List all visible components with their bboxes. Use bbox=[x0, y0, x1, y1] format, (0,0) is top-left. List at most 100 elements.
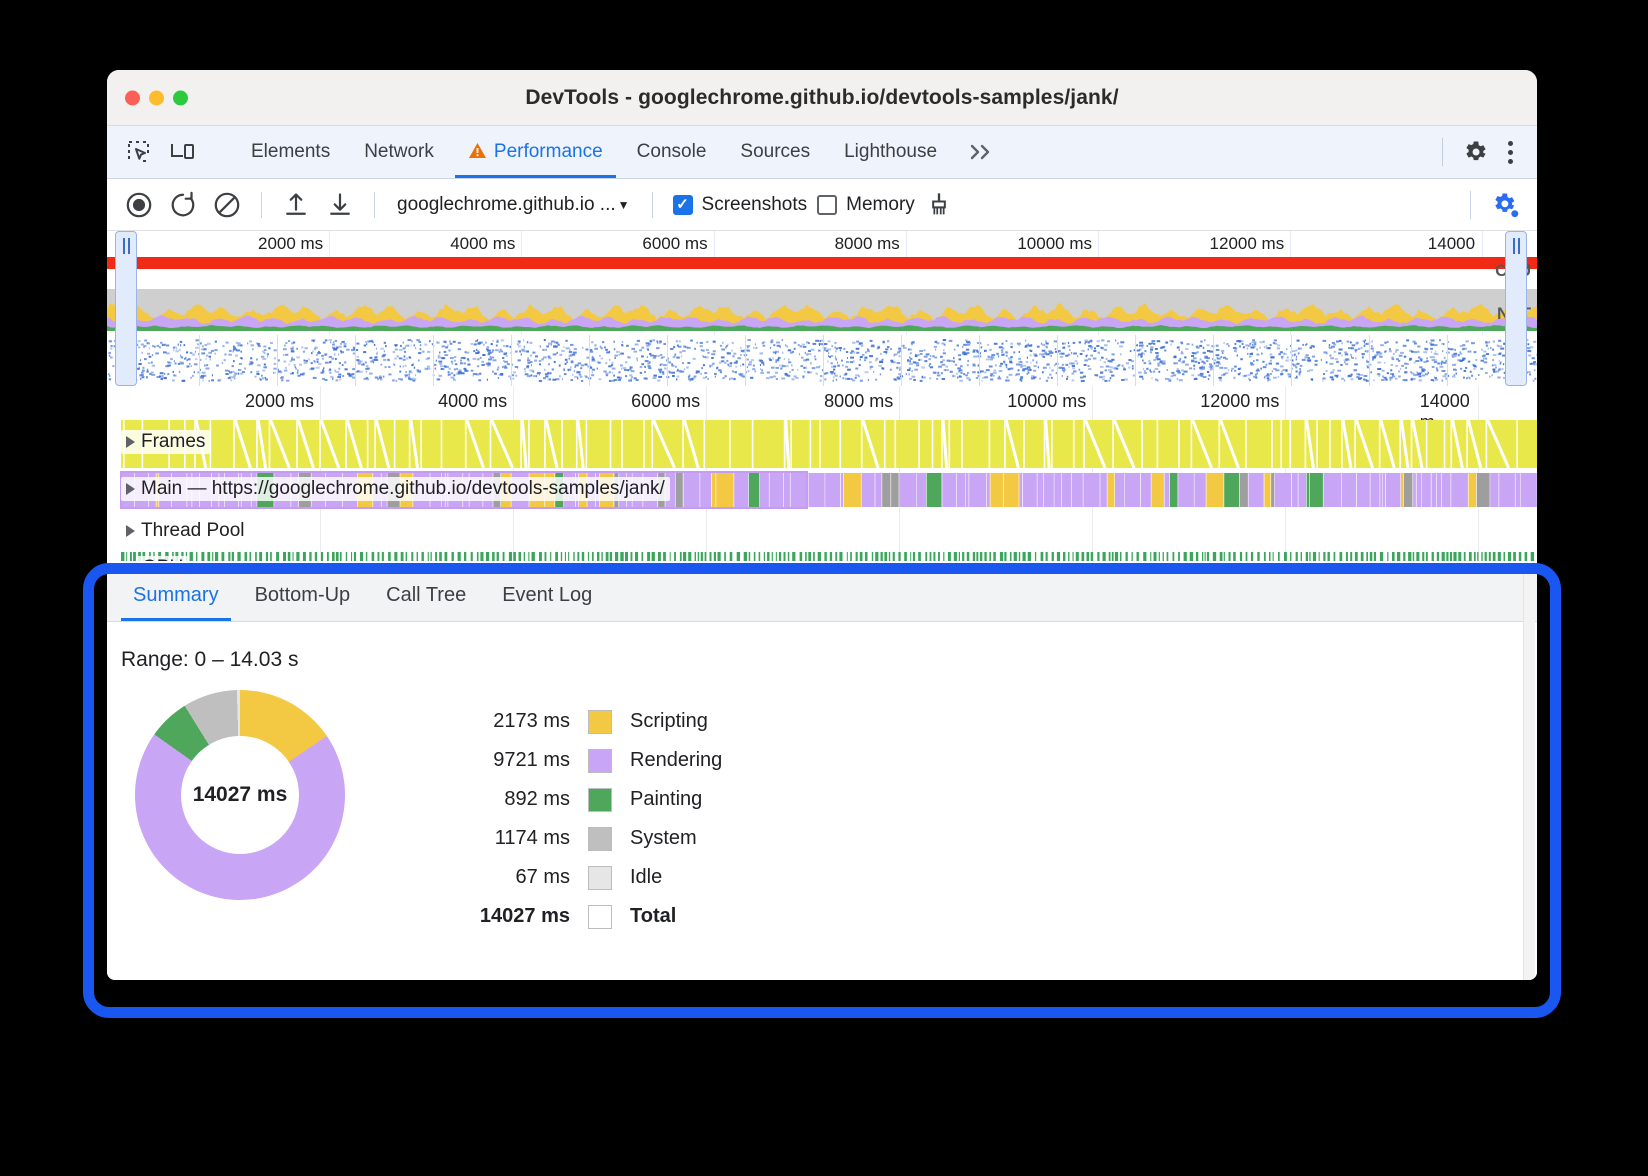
overview-ruler: 2000 ms4000 ms6000 ms8000 ms10000 ms1200… bbox=[107, 231, 1537, 257]
window-traffic-lights[interactable] bbox=[125, 90, 188, 105]
close-window-button[interactable] bbox=[125, 90, 140, 105]
window-titlebar: DevTools - googlechrome.github.io/devtoo… bbox=[107, 70, 1537, 126]
legend-swatch bbox=[588, 866, 612, 890]
overview-tick-label: 12000 ms bbox=[1210, 234, 1291, 254]
memory-checkbox[interactable]: Memory bbox=[817, 194, 915, 216]
timeline-overview[interactable]: 2000 ms4000 ms6000 ms8000 ms10000 ms1200… bbox=[107, 231, 1537, 386]
tab-network[interactable]: Network bbox=[347, 126, 451, 178]
more-tabs-icon[interactable] bbox=[954, 126, 1008, 178]
reload-record-icon[interactable] bbox=[163, 185, 203, 225]
performance-toolbar: googlechrome.github.io ... ▼ Screenshots… bbox=[107, 179, 1537, 231]
legend-label: Painting bbox=[630, 788, 702, 811]
legend-total-swatch bbox=[588, 905, 612, 929]
screenshots-checkbox[interactable]: Screenshots bbox=[673, 194, 808, 216]
tab-label: Network bbox=[364, 141, 434, 163]
overview-window-right-handle[interactable] bbox=[1505, 231, 1527, 386]
tab-performance[interactable]: Performance bbox=[451, 126, 620, 178]
donut-center-label: 14027 ms bbox=[181, 736, 299, 854]
track-frames[interactable]: Frames bbox=[107, 418, 1537, 470]
details-scrollbar[interactable] bbox=[1523, 570, 1535, 980]
flame-tick-label: 10000 ms bbox=[1007, 391, 1092, 412]
clear-icon[interactable] bbox=[207, 185, 247, 225]
overview-tick-label: 2000 ms bbox=[258, 234, 329, 254]
tab-elements[interactable]: Elements bbox=[234, 126, 347, 178]
tab-call-tree[interactable]: Call Tree bbox=[368, 570, 484, 621]
load-profile-icon[interactable] bbox=[276, 185, 316, 225]
flame-tick-label: 4000 ms bbox=[438, 391, 513, 412]
track-label: GPU bbox=[142, 557, 183, 561]
track-thread-pool-title[interactable]: Thread Pool bbox=[121, 519, 250, 543]
legend-row[interactable]: 892 ms Painting bbox=[450, 780, 722, 819]
track-gpu[interactable]: GPU bbox=[107, 552, 1537, 561]
legend-swatch bbox=[588, 788, 612, 812]
legend-row[interactable]: 1174 msSystem bbox=[450, 819, 722, 858]
tab-label: Bottom-Up bbox=[255, 584, 351, 607]
details-pane: Summary Bottom-Up Call Tree Event Log Ra… bbox=[107, 567, 1537, 980]
overview-tick-label: 8000 ms bbox=[835, 234, 906, 254]
tab-sources[interactable]: Sources bbox=[723, 126, 827, 178]
track-frames-title[interactable]: Frames bbox=[121, 430, 210, 454]
collect-garbage-icon[interactable] bbox=[919, 185, 959, 225]
checkbox-box bbox=[817, 195, 837, 215]
expand-triangle-icon bbox=[126, 483, 135, 495]
overview-net-chart bbox=[107, 335, 1537, 386]
toolbar-divider-4 bbox=[1470, 191, 1471, 219]
zoom-window-button[interactable] bbox=[173, 90, 188, 105]
save-profile-icon[interactable] bbox=[320, 185, 360, 225]
track-main-title[interactable]: Main — https://googlechrome.github.io/de… bbox=[121, 477, 670, 501]
tab-lighthouse[interactable]: Lighthouse bbox=[827, 126, 954, 178]
legend-row[interactable]: 9721 ms Rendering bbox=[450, 741, 722, 780]
flame-chart-pane[interactable]: 2000 ms4000 ms6000 ms8000 ms10000 ms1200… bbox=[107, 386, 1537, 561]
tab-label: Sources bbox=[740, 141, 810, 163]
expand-triangle-icon bbox=[126, 436, 135, 448]
flame-tick-label: 12000 ms bbox=[1200, 391, 1285, 412]
legend-value: 9721 ms bbox=[450, 749, 570, 772]
overview-window-left-handle[interactable] bbox=[115, 231, 137, 386]
window-title: DevTools - googlechrome.github.io/devtoo… bbox=[107, 86, 1537, 110]
tab-bottom-up[interactable]: Bottom-Up bbox=[237, 570, 369, 621]
kebab-menu-icon[interactable] bbox=[1493, 135, 1527, 169]
memory-label: Memory bbox=[846, 194, 915, 216]
summary-legend: 2173 msScripting 9721 ms Rendering 892 ms Pa… bbox=[450, 702, 722, 936]
track-gpu-title[interactable]: GPU bbox=[137, 556, 188, 561]
warning-triangle-icon bbox=[468, 142, 487, 162]
chevron-down-icon: ▼ bbox=[618, 198, 630, 212]
device-toolbar-icon[interactable] bbox=[167, 136, 199, 168]
flame-tick-label: 8000 ms bbox=[824, 391, 899, 412]
gear-icon[interactable] bbox=[1457, 134, 1493, 170]
target-selector-value: googlechrome.github.io ... bbox=[397, 194, 616, 216]
target-selector[interactable]: googlechrome.github.io ... ▼ bbox=[389, 194, 638, 216]
checkbox-box bbox=[673, 195, 693, 215]
minimize-window-button[interactable] bbox=[149, 90, 164, 105]
legend-total-value: 14027 ms bbox=[450, 905, 570, 928]
screenshots-label: Screenshots bbox=[702, 194, 808, 216]
screenshot-root: DevTools - googlechrome.github.io/devtoo… bbox=[0, 0, 1648, 1176]
tab-console[interactable]: Console bbox=[620, 126, 724, 178]
inspect-element-icon[interactable] bbox=[123, 136, 155, 168]
capture-settings-gear-icon[interactable] bbox=[1485, 185, 1525, 225]
legend-row[interactable]: 67 msIdle bbox=[450, 858, 722, 897]
overview-red-bar bbox=[107, 257, 1537, 269]
legend-label: Scripting bbox=[630, 710, 708, 733]
tab-event-log[interactable]: Event Log bbox=[484, 570, 610, 621]
tab-label: Performance bbox=[494, 141, 603, 163]
overview-cpu-chart bbox=[107, 269, 1537, 331]
toolbar-divider-3 bbox=[652, 192, 653, 218]
summary-donut-chart[interactable]: 14027 ms bbox=[135, 690, 345, 900]
track-label: Thread Pool bbox=[141, 520, 245, 542]
tabbar-right-icons bbox=[1428, 126, 1537, 178]
legend-label: Rendering bbox=[630, 749, 722, 772]
record-icon[interactable] bbox=[119, 185, 159, 225]
flame-tick-label: 6000 ms bbox=[631, 391, 706, 412]
legend-value: 892 ms bbox=[450, 788, 570, 811]
summary-content: 14027 ms 2173 msScripting 9721 ms Renderin… bbox=[107, 672, 1537, 936]
track-thread-pool[interactable]: Thread Pool bbox=[107, 510, 1537, 552]
overview-tick-label: 6000 ms bbox=[642, 234, 713, 254]
legend-swatch bbox=[588, 827, 612, 851]
tab-label: Elements bbox=[251, 141, 330, 163]
tab-summary[interactable]: Summary bbox=[115, 570, 237, 621]
overview-tick-label: 4000 ms bbox=[450, 234, 521, 254]
legend-row[interactable]: 2173 msScripting bbox=[450, 702, 722, 741]
track-main[interactable]: Main — https://googlechrome.github.io/de… bbox=[107, 470, 1537, 510]
devtools-window: DevTools - googlechrome.github.io/devtoo… bbox=[107, 70, 1537, 980]
